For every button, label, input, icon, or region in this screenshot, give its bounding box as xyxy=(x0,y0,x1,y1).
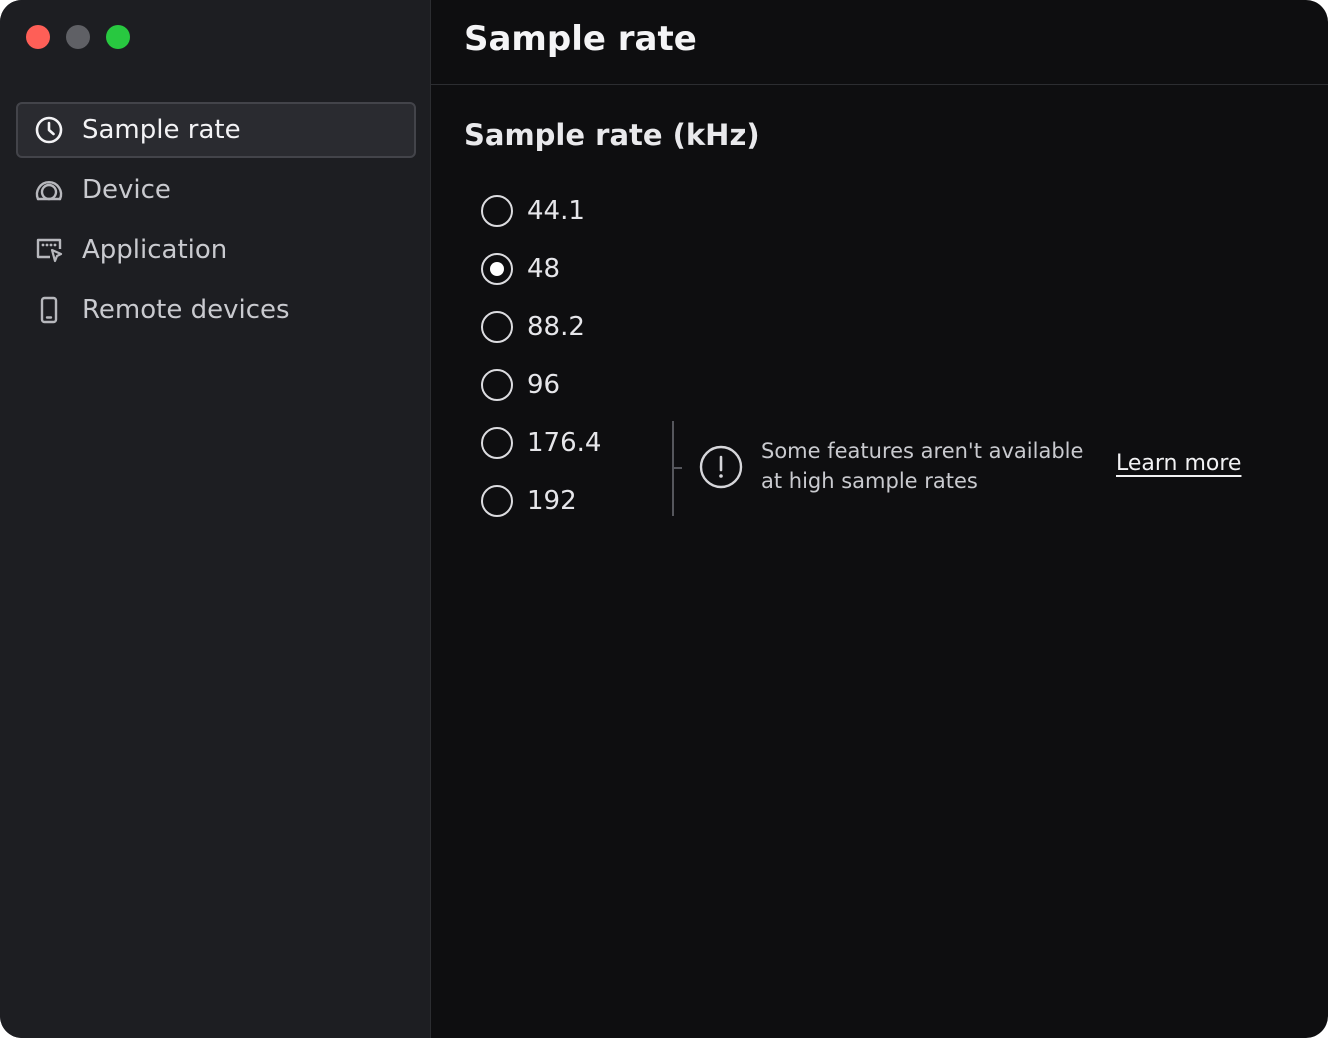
page-title: Sample rate xyxy=(464,19,697,59)
radio-label: 44.1 xyxy=(527,196,585,226)
radio-option-192[interactable]: 192 xyxy=(481,472,601,530)
radio-label: 88.2 xyxy=(527,312,585,342)
zoom-window-button[interactable] xyxy=(106,25,130,49)
radio-button-selected[interactable] xyxy=(481,253,513,285)
sidebar-item-label: Sample rate xyxy=(82,115,241,145)
clock-icon xyxy=(34,115,64,145)
exclamation-circle-icon xyxy=(699,445,743,489)
app-window: Sample rate Device Application Remote de… xyxy=(0,0,1328,1038)
radio-option-96[interactable]: 96 xyxy=(481,356,601,414)
main-panel: Sample rate Sample rate (kHz) 44.1 48 88… xyxy=(431,0,1328,1038)
radio-option-88-2[interactable]: 88.2 xyxy=(481,298,601,356)
sidebar-item-application[interactable]: Application xyxy=(16,222,416,278)
radio-button[interactable] xyxy=(481,195,513,227)
radio-label: 96 xyxy=(527,370,561,400)
high-rate-bracket xyxy=(672,421,682,516)
sidebar-item-label: Remote devices xyxy=(82,295,290,325)
radio-label: 192 xyxy=(527,486,577,516)
high-rate-warning-text: Some features aren't available at high s… xyxy=(761,439,1084,493)
window-controls xyxy=(26,25,130,49)
sidebar-item-sample-rate[interactable]: Sample rate xyxy=(16,102,416,158)
minimize-window-button[interactable] xyxy=(66,25,90,49)
phone-icon xyxy=(34,295,64,325)
radio-button[interactable] xyxy=(481,311,513,343)
radio-label: 48 xyxy=(527,254,561,284)
radio-button[interactable] xyxy=(481,427,513,459)
sidebar-nav: Sample rate Device Application Remote de… xyxy=(16,102,416,342)
speaker-icon xyxy=(34,175,64,205)
sidebar: Sample rate Device Application Remote de… xyxy=(0,0,431,1038)
radio-label: 176.4 xyxy=(527,428,602,458)
sidebar-item-label: Application xyxy=(82,235,228,265)
radio-button[interactable] xyxy=(481,485,513,517)
close-window-button[interactable] xyxy=(26,25,50,49)
header: Sample rate xyxy=(431,0,1328,85)
sidebar-item-remote-devices[interactable]: Remote devices xyxy=(16,282,416,338)
sidebar-item-device[interactable]: Device xyxy=(16,162,416,218)
radio-option-176-4[interactable]: 176.4 xyxy=(481,414,601,472)
learn-more-link[interactable]: Learn more xyxy=(1116,451,1241,476)
radio-button[interactable] xyxy=(481,369,513,401)
section-title: Sample rate (kHz) xyxy=(464,118,760,152)
sidebar-item-label: Device xyxy=(82,175,171,205)
radio-option-44-1[interactable]: 44.1 xyxy=(481,182,601,240)
sample-rate-radio-group: 44.1 48 88.2 96 176.4 192 xyxy=(481,182,601,530)
app-window-icon xyxy=(34,235,64,265)
radio-option-48[interactable]: 48 xyxy=(481,240,601,298)
